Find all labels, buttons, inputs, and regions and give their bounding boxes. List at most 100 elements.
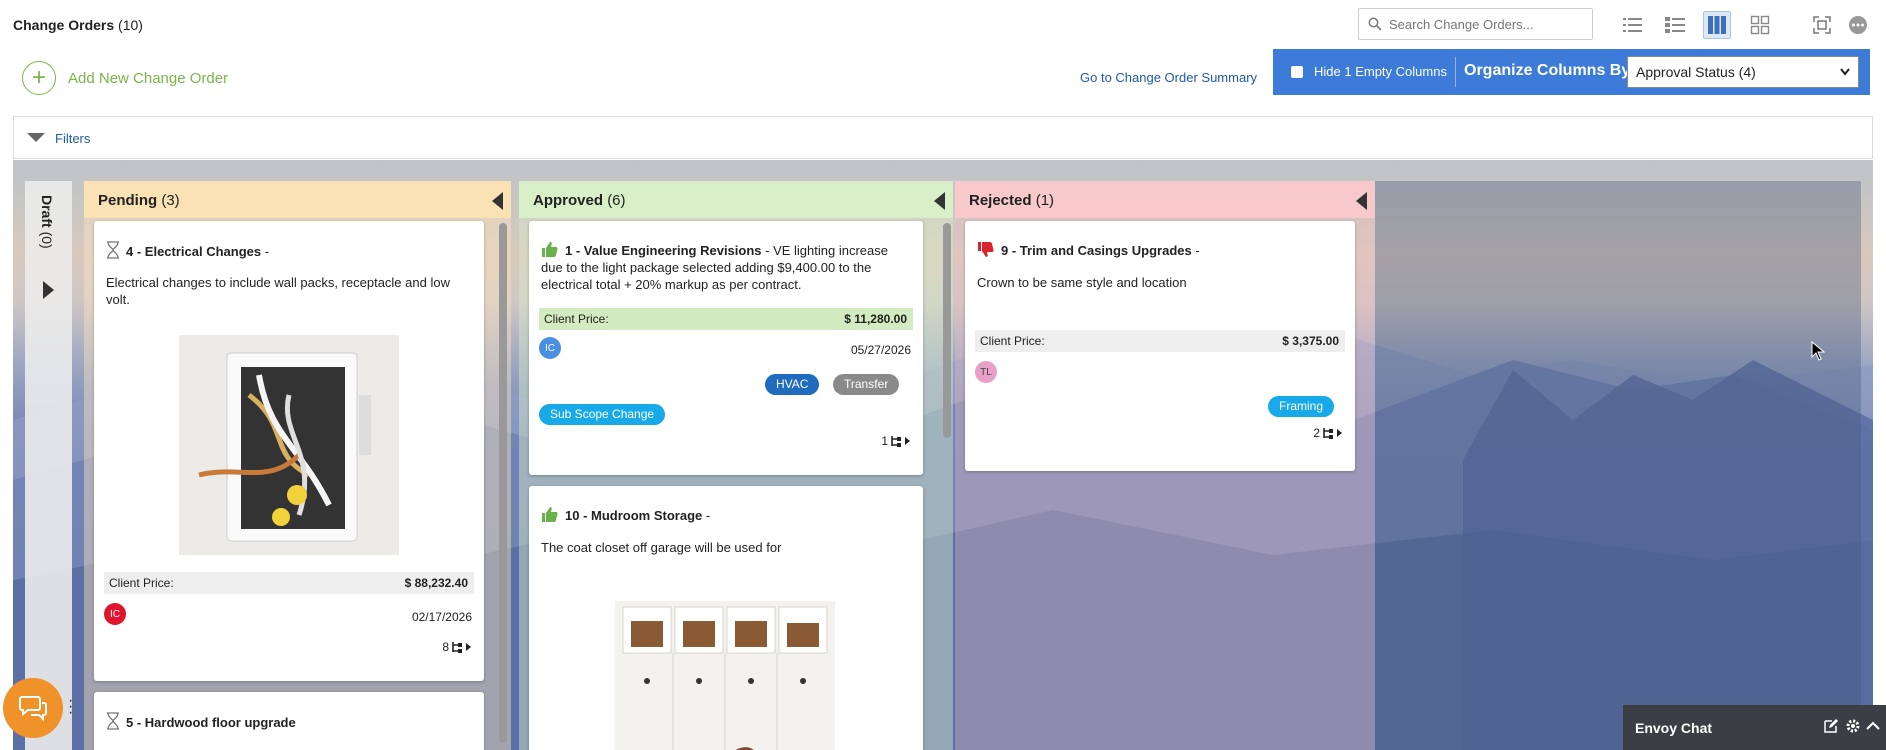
client-price-label: Client Price:	[544, 312, 609, 326]
card-title-line: 4 - Electrical Changes -	[106, 241, 472, 260]
tag-framing[interactable]: Framing	[1268, 396, 1335, 417]
card-title-line: 9 - Trim and Casings Upgrades -	[977, 241, 1343, 259]
avatar-initials: TL	[980, 366, 992, 378]
compact-list-view-icon	[1665, 17, 1685, 33]
tag-transfer[interactable]: Transfer	[833, 374, 900, 395]
gear-icon[interactable]	[1845, 718, 1861, 734]
card-title[interactable]: 5 - Hardwood floor upgrade	[126, 715, 296, 730]
hourglass-icon	[107, 241, 119, 259]
thumbs-up-icon	[542, 242, 558, 257]
column-scrollbar[interactable]	[943, 223, 951, 438]
collapse-column-icon[interactable]	[1356, 192, 1367, 210]
list-view-button[interactable]	[1619, 11, 1647, 39]
card-title[interactable]: 4 - Electrical Changes	[126, 244, 261, 259]
sub-items-count: 2	[1313, 426, 1320, 440]
card-title[interactable]: 9 - Trim and Casings Upgrades	[1001, 243, 1192, 258]
caret-right-icon	[1337, 429, 1342, 437]
column-draft-count: (0)	[39, 231, 55, 249]
change-order-summary-link[interactable]: Go to Change Order Summary	[1080, 70, 1257, 85]
tag-sub-scope-change[interactable]: Sub Scope Change	[539, 404, 666, 425]
board-view-icon	[1708, 16, 1726, 34]
page-title: Change Orders (10)	[13, 17, 143, 33]
card-title-suffix: -	[261, 244, 270, 259]
column-pending-title: Pending (3)	[98, 192, 180, 209]
expand-screen-icon	[1813, 16, 1831, 34]
kanban-board: Draft (0) Pending (3) 4 - Electrical Cha…	[13, 160, 1873, 750]
organize-columns-select[interactable]: Approval Status (4)	[1627, 56, 1859, 88]
search-icon	[1368, 17, 1382, 31]
change-order-card[interactable]: 1 - Value Engineering Revisions - VE lig…	[529, 221, 923, 475]
card-title-suffix: -	[702, 508, 711, 523]
client-price-row: Client Price: $ 11,280.00	[539, 308, 913, 330]
column-scrollbar[interactable]	[499, 223, 507, 743]
electrical-box-photo	[179, 335, 399, 555]
sub-items-count: 8	[442, 640, 449, 654]
client-price-value: $ 88,232.40	[404, 576, 468, 590]
more-options-button[interactable]	[1844, 11, 1872, 39]
grid-view-icon	[1750, 15, 1770, 35]
organize-columns-label: Organize Columns By	[1464, 62, 1631, 79]
mudroom-image[interactable]	[615, 601, 835, 750]
sub-items-toggle[interactable]: 2	[1313, 426, 1343, 440]
list-view-icon	[1623, 18, 1642, 32]
compose-icon[interactable]	[1823, 718, 1839, 734]
chat-launcher-button[interactable]	[3, 678, 63, 738]
card-description: Crown to be same style and location	[977, 275, 1187, 290]
filters-bar[interactable]: Filters	[13, 116, 1873, 159]
column-pending-body: 4 - Electrical Changes - Electrical chan…	[84, 218, 511, 750]
card-description: The coat closet off garage will be used …	[541, 540, 782, 555]
filters-toggle-icon[interactable]	[27, 133, 45, 142]
sub-items-toggle[interactable]: 1	[881, 434, 911, 448]
search-input[interactable]	[1389, 14, 1584, 34]
change-order-card[interactable]: 5 - Hardwood floor upgrade	[94, 692, 484, 750]
thumbs-up-icon	[542, 507, 558, 522]
card-title[interactable]: 1 - Value Engineering Revisions	[565, 243, 762, 258]
hide-empty-columns-checkbox[interactable]	[1291, 66, 1303, 78]
chevron-up-icon[interactable]	[1865, 718, 1881, 734]
column-approved-header: Approved (6)	[519, 181, 953, 218]
column-rejected-label: Rejected	[969, 192, 1032, 209]
column-draft-label: Draft	[39, 195, 55, 228]
search-box[interactable]	[1358, 8, 1593, 40]
collapse-column-icon[interactable]	[934, 192, 945, 210]
tag-hvac[interactable]: HVAC	[765, 374, 820, 395]
column-rejected: Rejected (1) 9 - Trim and Casings Upgrad…	[955, 181, 1375, 750]
column-pending-label: Pending	[98, 192, 158, 209]
column-rejected-header: Rejected (1)	[955, 181, 1375, 218]
change-order-card[interactable]: 4 - Electrical Changes - Electrical chan…	[94, 221, 484, 681]
avatar[interactable]: IC	[539, 337, 561, 359]
drag-handle-icon[interactable]: · · ·	[68, 693, 73, 721]
hide-empty-columns-label[interactable]: Hide 1 Empty Columns	[1314, 64, 1447, 79]
avatar[interactable]: TL	[975, 361, 997, 383]
expand-screen-button[interactable]	[1808, 11, 1836, 39]
avatar-initials: IC	[110, 608, 120, 620]
column-draft-collapsed[interactable]: Draft (0)	[25, 181, 72, 750]
avatar[interactable]: IC	[104, 603, 126, 625]
card-title-line: 5 - Hardwood floor upgrade	[106, 712, 472, 731]
collapse-column-icon[interactable]	[492, 192, 503, 210]
plus-icon: +	[22, 61, 56, 95]
change-order-card[interactable]: 9 - Trim and Casings Upgrades - Crown to…	[965, 221, 1355, 471]
change-order-card[interactable]: 10 - Mudroom Storage - The coat closet o…	[529, 486, 923, 750]
board-view-button[interactable]	[1703, 11, 1731, 39]
filters-label[interactable]: Filters	[55, 131, 90, 146]
compact-list-view-button[interactable]	[1661, 11, 1689, 39]
envoy-chat-bar[interactable]: Envoy Chat	[1623, 705, 1886, 750]
expand-column-icon[interactable]	[43, 281, 54, 299]
page-title-count: (10)	[118, 17, 143, 33]
grid-view-button[interactable]	[1746, 11, 1774, 39]
chat-bubbles-icon	[19, 696, 47, 722]
column-rejected-title: Rejected (1)	[969, 192, 1054, 209]
column-approved-body: 1 - Value Engineering Revisions - VE lig…	[519, 218, 953, 750]
add-change-order-button[interactable]: + Add New Change Order	[22, 61, 228, 95]
column-rejected-count: (1)	[1035, 192, 1055, 209]
client-price-label: Client Price:	[980, 334, 1045, 348]
hierarchy-icon	[891, 436, 901, 447]
column-pending: Pending (3) 4 - Electrical Changes - Ele…	[84, 181, 511, 750]
column-approved-count: (6)	[607, 192, 626, 209]
card-title[interactable]: 10 - Mudroom Storage	[565, 508, 702, 523]
card-date: 02/17/2026	[411, 610, 472, 624]
electrical-box-image[interactable]	[179, 335, 399, 555]
page-title-text: Change Orders	[13, 17, 115, 33]
sub-items-toggle[interactable]: 8	[442, 640, 472, 654]
